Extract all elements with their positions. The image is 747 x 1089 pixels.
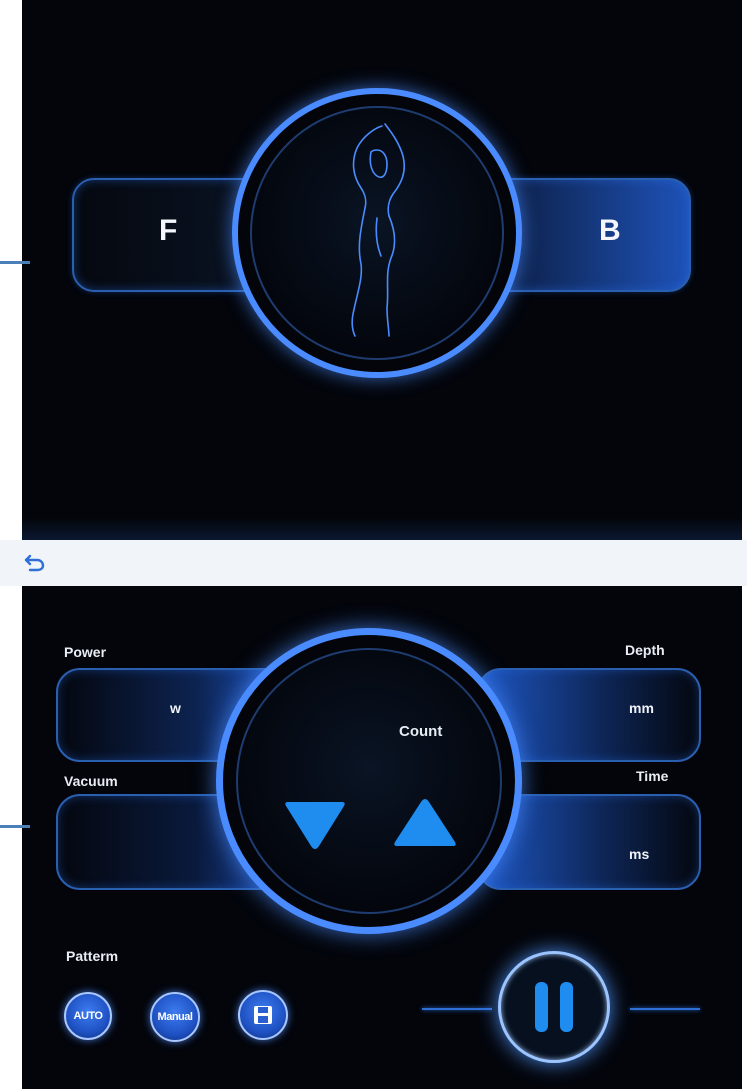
triangle-up-icon[interactable] <box>391 796 459 850</box>
time-label: Time <box>636 768 669 784</box>
body-silhouette-icon <box>351 123 406 337</box>
depth-label: Depth <box>625 642 665 658</box>
navigation-bar <box>0 540 747 586</box>
power-unit: w <box>170 700 181 716</box>
manual-button[interactable]: Manual <box>150 992 200 1042</box>
triangle-down-icon[interactable] <box>282 798 348 852</box>
pause-icon <box>535 982 573 1032</box>
back-side-label: B <box>599 214 621 247</box>
save-button[interactable] <box>238 990 288 1040</box>
pause-button[interactable] <box>498 951 610 1063</box>
time-unit: ms <box>629 846 650 862</box>
auto-button[interactable]: AUTO <box>64 992 112 1040</box>
vacuum-label: Vacuum <box>64 773 118 789</box>
treatment-parameters-panel: Power Depth Vacuum Time w mm ms Count Pa… <box>22 586 742 1089</box>
pattern-label: Patterm <box>66 948 119 964</box>
front-side-label: F <box>159 214 178 247</box>
power-label: Power <box>64 644 107 660</box>
connector-line-bottom <box>0 825 30 828</box>
count-inner-ring <box>236 648 502 914</box>
connector-line <box>0 261 30 264</box>
pause-line-left <box>422 1008 492 1010</box>
floppy-disk-icon <box>254 1006 272 1024</box>
depth-unit: mm <box>629 700 654 716</box>
count-label: Count <box>399 723 443 740</box>
pause-line-right <box>630 1008 700 1010</box>
body-side-selector-panel: F B <box>22 0 742 540</box>
panel-bottom-glow <box>22 518 742 540</box>
undo-arrow-icon[interactable] <box>24 553 46 573</box>
